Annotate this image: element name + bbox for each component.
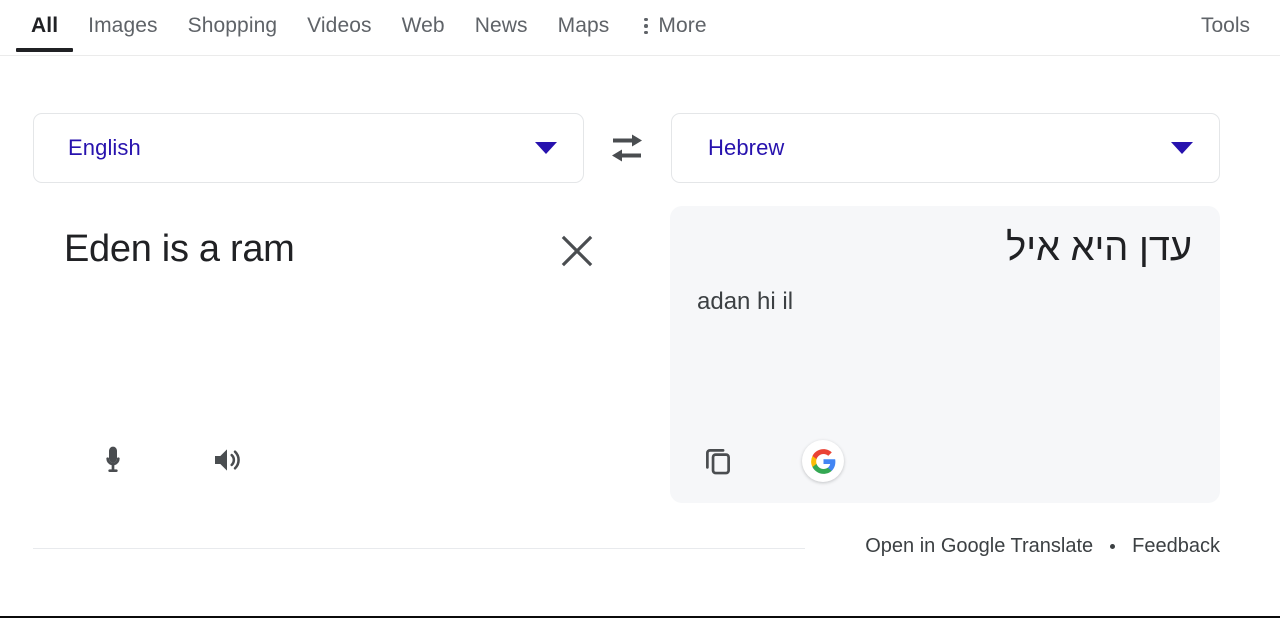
feedback-link[interactable]: Feedback [1132, 535, 1220, 558]
source-language-label: English [68, 135, 141, 160]
microphone-button[interactable] [91, 438, 135, 482]
search-tabs: All Images Shopping Videos Web News Maps… [16, 0, 722, 56]
tab-all-label: All [31, 14, 59, 37]
footer-links: Open in Google Translate Feedback [865, 535, 1220, 558]
translated-text: עדן היא איל [1006, 227, 1192, 269]
active-tab-underline [16, 48, 74, 52]
listen-source-button[interactable] [205, 438, 249, 482]
swap-languages-button[interactable] [605, 128, 649, 170]
search-nav-bar: All Images Shopping Videos Web News Maps… [0, 0, 1280, 56]
tab-videos[interactable]: Videos [292, 0, 386, 52]
swap-horizontal-icon [612, 134, 642, 162]
copy-icon [706, 449, 730, 475]
tab-maps[interactable]: Maps [543, 0, 625, 52]
microphone-icon [106, 446, 120, 472]
target-language-label: Hebrew [708, 135, 785, 160]
clear-source-button[interactable] [552, 226, 602, 276]
tab-news[interactable]: News [460, 0, 543, 52]
copy-translation-button[interactable] [696, 439, 740, 483]
footer-separator-dot [1110, 544, 1116, 549]
google-translate-button[interactable] [802, 440, 844, 482]
chevron-down-icon [1171, 142, 1193, 154]
page-bottom-rule [0, 616, 1280, 618]
source-actions [91, 438, 249, 482]
tab-all[interactable]: All [16, 0, 74, 52]
chevron-down-icon [535, 142, 557, 154]
tab-shopping[interactable]: Shopping [173, 0, 293, 52]
tools-label: Tools [1200, 14, 1250, 37]
tab-maps-label: Maps [557, 14, 610, 37]
target-language-select[interactable]: Hebrew [671, 113, 1220, 183]
more-vert-icon [644, 17, 649, 36]
transliteration-text: adan hi il [697, 288, 794, 315]
footer-divider [33, 548, 805, 549]
close-icon [561, 235, 593, 267]
tab-images[interactable]: Images [73, 0, 172, 52]
tab-more-label: More [658, 14, 707, 37]
source-text-panel: Eden is a ram [33, 206, 593, 503]
tab-more[interactable]: More [624, 0, 721, 52]
tab-web[interactable]: Web [387, 0, 460, 52]
tab-news-label: News [474, 14, 528, 37]
result-actions [696, 439, 844, 483]
source-language-select[interactable]: English [33, 113, 584, 183]
tools-button[interactable]: Tools [1201, 0, 1250, 52]
tab-videos-label: Videos [307, 14, 372, 37]
tab-shopping-label: Shopping [187, 14, 278, 37]
translation-result-panel: עדן היא איל adan hi il [670, 206, 1220, 503]
volume-up-icon [215, 449, 240, 471]
google-logo-icon [810, 448, 835, 474]
tab-images-label: Images [88, 14, 158, 37]
open-in-google-translate-link[interactable]: Open in Google Translate [865, 535, 1093, 558]
source-text-input[interactable]: Eden is a ram [64, 226, 524, 272]
tab-web-label: Web [401, 14, 445, 37]
